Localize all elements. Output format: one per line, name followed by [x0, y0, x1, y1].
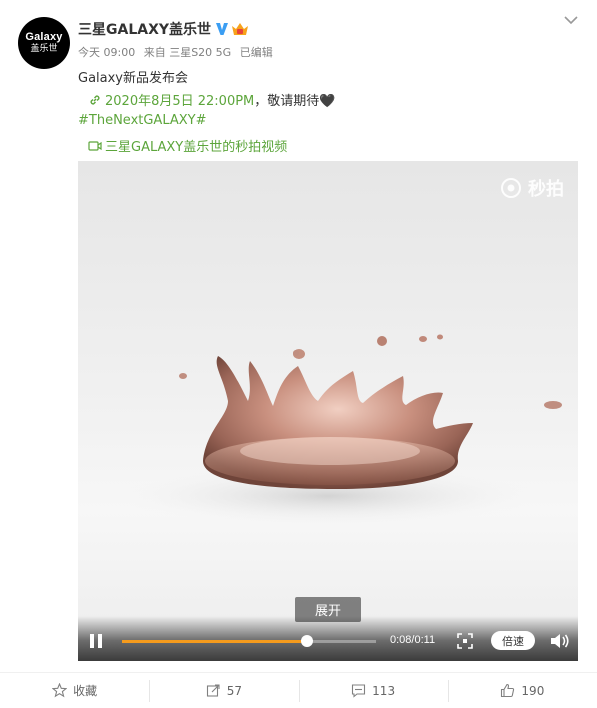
- post-edited[interactable]: 已编辑: [240, 46, 273, 59]
- avatar-brand-text: Galaxy: [25, 31, 63, 43]
- post-time[interactable]: 今天 09:00: [78, 46, 135, 59]
- video-icon: [88, 140, 102, 151]
- time-display: 0:08/0:11: [390, 634, 436, 646]
- chevron-down-icon[interactable]: [563, 14, 579, 26]
- video-frame-splash-image: [118, 334, 562, 526]
- action-separator: [298, 680, 300, 702]
- comment-icon: [352, 684, 366, 698]
- miaopai-watermark: 秒拍: [500, 175, 564, 201]
- post-text-line2: 2020年8月5日 22:00PM ，敬请期待🖤: [88, 90, 335, 109]
- progress-bar[interactable]: [122, 635, 376, 647]
- post-source[interactable]: 来自 三星S20 5G: [144, 46, 232, 59]
- action-separator: [447, 680, 449, 702]
- post-meta: 今天 09:00 来自 三星S20 5G 已编辑: [78, 44, 278, 60]
- member-icon[interactable]: [231, 22, 249, 36]
- repost-icon: [206, 684, 220, 697]
- post-text-suffix: ，敬请期待🖤: [254, 94, 336, 109]
- post-author: 三星GALAXY盖乐世: [78, 19, 249, 39]
- star-icon: [52, 683, 68, 698]
- hashtag-line: #TheNextGALAXY#: [78, 113, 207, 128]
- watermark-text: 秒拍: [528, 179, 564, 200]
- favorite-label: 收藏: [73, 684, 98, 698]
- video-controls: 0:08/0:11 倍速: [78, 616, 578, 661]
- repost-button[interactable]: 57: [149, 673, 298, 708]
- progress-knob[interactable]: [301, 635, 314, 647]
- like-button[interactable]: 190: [447, 673, 597, 708]
- link-icon: [90, 94, 100, 105]
- action-separator: [149, 680, 151, 702]
- video-player[interactable]: 秒拍 展开 0:08/0:11 倍速: [78, 161, 578, 661]
- speed-button[interactable]: 倍速: [491, 631, 535, 650]
- fullscreen-icon[interactable]: [457, 633, 473, 649]
- date-link[interactable]: 2020年8月5日 22:00PM: [105, 90, 254, 109]
- username-link[interactable]: 三星GALAXY盖乐世: [78, 19, 211, 39]
- verified-icon[interactable]: [214, 21, 230, 37]
- repost-count: 57: [226, 683, 243, 698]
- video-title-link[interactable]: 三星GALAXY盖乐世的秒拍视频: [105, 136, 287, 155]
- video-link-line: 三星GALAXY盖乐世的秒拍视频: [88, 136, 287, 155]
- hashtag-link[interactable]: #TheNextGALAXY#: [78, 113, 207, 128]
- post-text-line1: Galaxy新品发布会: [78, 71, 189, 86]
- like-count: 190: [521, 683, 545, 698]
- progress-fill: [122, 640, 308, 643]
- avatar-brand-subtext: 盖乐世: [30, 44, 58, 54]
- comment-count: 113: [372, 683, 396, 698]
- weibo-post-card: Galaxy 盖乐世 三星GALAXY盖乐世 今天 09:00 来自 三星S20…: [0, 0, 597, 708]
- like-icon: [501, 683, 515, 698]
- action-bar: 收藏 57 113 190: [0, 673, 597, 708]
- avatar[interactable]: Galaxy 盖乐世: [18, 17, 70, 69]
- comment-button[interactable]: 113: [298, 673, 448, 708]
- volume-icon[interactable]: [550, 632, 570, 650]
- favorite-button[interactable]: 收藏: [0, 673, 149, 708]
- pause-icon[interactable]: [88, 633, 104, 649]
- miaopai-logo-icon: [501, 178, 521, 198]
